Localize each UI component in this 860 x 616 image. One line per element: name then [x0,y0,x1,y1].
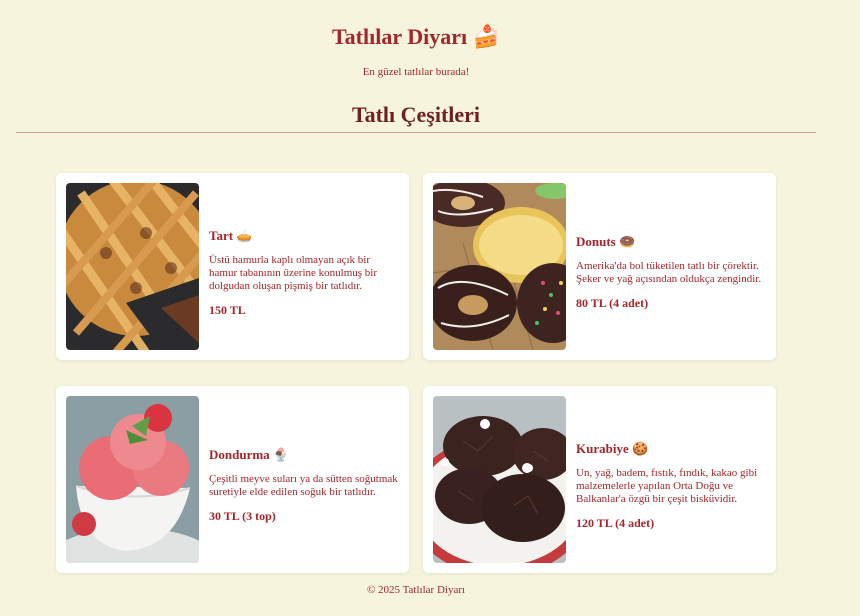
product-description: Üstü hamurla kaplı olmayan açık bir hamu… [209,254,378,292]
cookies-image [433,396,566,563]
product-description: Çeşitli meyve suları ya da sütten soğutm… [209,473,398,498]
product-name: Tart 🥧 [209,228,253,243]
donuts-image [433,183,566,350]
product-price: 150 TL [209,303,246,317]
site-title: Tatlılar Diyarı 🍰 [332,24,500,49]
ice-cream-image [66,396,199,563]
product-card-kurabiye: Kurabiye 🍪 Un, yağ, badem, fıstık, fındı… [423,386,776,573]
product-price: 30 TL (3 top) [209,509,276,523]
product-card-tart: Tart 🥧 Üstü hamurla kaplı olmayan açık b… [56,173,409,360]
product-card-dondurma: Dondurma 🍨 Çeşitli meyve suları ya da sü… [56,386,409,573]
product-name: Donuts 🍩 [576,234,636,249]
product-card-donuts: Donuts 🍩 Amerika'da bol tüketilen tatlı … [423,173,776,360]
site-tagline: En güzel tatlılar burada! [362,66,470,78]
product-name: Dondurma 🍨 [209,447,290,462]
product-description: Un, yağ, badem, fıstık, fındık, kakao gi… [576,467,758,505]
product-name: Kurabiye 🍪 [576,441,649,456]
tart-image [66,183,199,350]
section-title: Tatlı Çeşitleri [351,102,481,127]
product-description: Amerika'da bol tüketilen tatlı bir çörek… [576,260,762,285]
product-price: 80 TL (4 adet) [576,296,649,310]
footer-copyright: © 2025 Tatlılar Diyarı [366,584,466,596]
product-price: 120 TL (4 adet) [576,516,655,530]
section-divider [16,132,816,133]
